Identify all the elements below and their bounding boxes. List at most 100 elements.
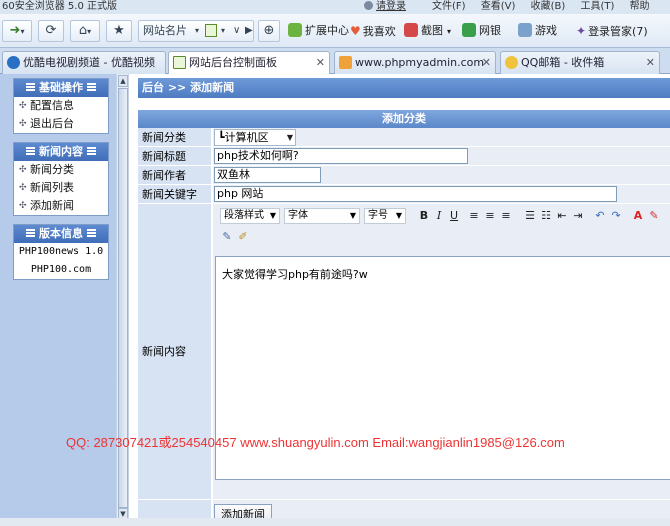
site-name-button[interactable]: 网站名片 ▾ ▾ ∨ ▶: [138, 20, 254, 42]
online-banking-button[interactable]: 网银: [462, 23, 501, 39]
shield-plus-icon: ⊕: [263, 23, 275, 38]
undo-icon[interactable]: ↶: [593, 209, 607, 223]
menu-favorites[interactable]: 收藏(B): [531, 1, 566, 12]
highlight-pen-icon[interactable]: ✎: [647, 209, 661, 223]
menu-icon: [26, 229, 35, 237]
ordered-list-icon[interactable]: ☰: [523, 209, 537, 223]
horizontal-scrollbar[interactable]: [0, 518, 670, 526]
extension-center-label: 扩展中心: [305, 24, 349, 37]
admin-sidebar: 基础操作 ✣ 配置信息 ✣ 退出后台 新闻内容 ✣ 新闻分类 ✣ 新闻列表 ✣ 添加新闻 …: [0, 74, 116, 522]
home-icon: ⌂: [78, 23, 88, 38]
sidebar-item-news-category[interactable]: ✣ 新闻分类: [14, 161, 108, 179]
page-favicon: [173, 56, 186, 69]
watermark-text: QQ: 287307421或254540457 www.shuangyulin.…: [66, 435, 565, 450]
section-title: 基础操作: [39, 81, 83, 94]
breadcrumb: 后台 >> 添加新闻: [138, 78, 670, 98]
login-manager-label: 登录管家(7): [588, 25, 648, 38]
author-input[interactable]: 双鱼林: [214, 167, 321, 183]
close-tab-icon[interactable]: ✕: [316, 52, 325, 73]
tab-youku[interactable]: 优酷电视剧频道 - 优酷视频: [2, 51, 166, 74]
sidebar-item-logout[interactable]: ✣ 退出后台: [14, 115, 108, 133]
unordered-list-icon[interactable]: ☷: [539, 209, 553, 223]
content-text: 大家觉得学习php有前途吗?w: [222, 268, 368, 281]
align-center-icon[interactable]: ≡: [483, 209, 497, 223]
extension-center-button[interactable]: 扩展中心: [288, 23, 349, 39]
sidebar-item-news-list[interactable]: ✣ 新闻列表: [14, 179, 108, 197]
edit-image-icon[interactable]: ✎: [220, 230, 234, 244]
menu-icon: [26, 83, 35, 91]
forward-arrow-icon: ➜: [9, 23, 21, 38]
category-select[interactable]: ┗计算机区 ▼: [214, 129, 296, 146]
chevron-down-icon: ▼: [269, 211, 276, 220]
scroll-up-arrow-icon[interactable]: ▲: [118, 75, 128, 87]
online-banking-label: 网银: [479, 24, 501, 37]
bullet-icon: ✣: [19, 201, 27, 211]
close-tab-icon[interactable]: ✕: [646, 52, 655, 73]
dropdown-icon: ∨: [233, 25, 241, 36]
menu-view[interactable]: 查看(V): [481, 1, 516, 12]
tab-label: QQ邮箱 - 收件箱: [521, 56, 605, 69]
person-icon: ✦: [576, 24, 587, 38]
keywords-row: 新闻关键字 php 网站: [138, 185, 670, 204]
title-label: 新闻标题: [138, 147, 212, 166]
sidebar-item-label: 配置信息: [30, 99, 74, 112]
sidebar-section-news: 新闻内容 ✣ 新闻分类 ✣ 新闻列表 ✣ 添加新闻: [13, 142, 109, 216]
heart-icon: ♥: [350, 24, 361, 38]
outdent-icon[interactable]: ⇤: [555, 209, 569, 223]
home-button[interactable]: ⌂▾: [70, 20, 100, 42]
indent-icon[interactable]: ⇥: [571, 209, 585, 223]
redo-icon[interactable]: ↷: [609, 209, 623, 223]
keywords-label: 新闻关键字: [138, 185, 212, 204]
vertical-scrollbar[interactable]: ▲ ▼: [116, 74, 129, 522]
tab-admin-panel[interactable]: 网站后台控制面板 ✕: [168, 51, 330, 75]
font-select[interactable]: 字体 ▼: [284, 208, 360, 224]
align-left-icon[interactable]: ≡: [467, 209, 481, 223]
sidebar-item-add-news[interactable]: ✣ 添加新闻: [14, 197, 108, 215]
bullet-icon: ✣: [19, 119, 27, 129]
refresh-button[interactable]: ⟳: [38, 20, 64, 42]
login-link[interactable]: 请登录: [364, 0, 406, 14]
keywords-input[interactable]: php 网站: [214, 186, 617, 202]
menu-icon: [26, 147, 35, 155]
shield-button[interactable]: ⊕: [258, 20, 280, 42]
puzzle-icon: [288, 23, 302, 37]
font-size-label: 字号: [368, 210, 388, 221]
login-manager-button[interactable]: ✦ 登录管家(7): [576, 23, 648, 40]
paragraph-style-select[interactable]: 段落样式 ▼: [220, 208, 280, 224]
star-icon: ★: [113, 23, 125, 38]
tab-label: 网站后台控制面板: [189, 56, 277, 69]
title-input[interactable]: php技术如何啊?: [214, 148, 468, 164]
tab-qq-mail[interactable]: QQ邮箱 - 收件箱 ✕: [500, 51, 660, 74]
chevron-down-icon: ▼: [395, 211, 402, 220]
play-icon: ▶: [245, 25, 253, 36]
scissors-icon: [404, 23, 418, 37]
games-button[interactable]: 游戏: [518, 23, 557, 39]
favorite-button[interactable]: ★: [106, 20, 132, 42]
bullet-icon: ✣: [19, 165, 27, 175]
font-size-select[interactable]: 字号 ▼: [364, 208, 406, 224]
forward-button[interactable]: ➜▾: [2, 20, 32, 42]
close-tab-icon[interactable]: ✕: [482, 52, 491, 73]
my-favorites-button[interactable]: ♥ 我喜欢: [350, 23, 396, 40]
tab-phpmyadmin[interactable]: www.phpmyadmin.com ✕: [334, 51, 496, 74]
app-title: 60安全浏览器 5.0 正式版: [2, 1, 117, 12]
version-text: PHP100news 1.0: [18, 246, 104, 257]
bold-icon[interactable]: B: [417, 209, 431, 223]
author-label: 新闻作者: [138, 166, 212, 185]
screenshot-button[interactable]: 截图 ▾: [404, 23, 451, 40]
align-right-icon[interactable]: ≡: [499, 209, 513, 223]
clean-brush-icon[interactable]: ✐: [236, 230, 250, 244]
menu-tools[interactable]: 工具(T): [580, 1, 614, 12]
font-label: 字体: [288, 210, 308, 221]
sidebar-item-config[interactable]: ✣ 配置信息: [14, 97, 108, 115]
italic-icon[interactable]: I: [432, 209, 446, 223]
pma-favicon: [339, 56, 352, 69]
underline-icon[interactable]: U: [447, 209, 461, 223]
refresh-icon: ⟳: [45, 23, 57, 38]
font-color-icon[interactable]: A: [631, 209, 645, 223]
sidebar-item-label: 添加新闻: [30, 199, 74, 212]
my-favorites-label: 我喜欢: [362, 25, 396, 38]
form-title: 添加分类: [138, 110, 670, 128]
menu-file[interactable]: 文件(F): [432, 1, 466, 12]
title-row: 新闻标题 php技术如何啊?: [138, 147, 670, 166]
